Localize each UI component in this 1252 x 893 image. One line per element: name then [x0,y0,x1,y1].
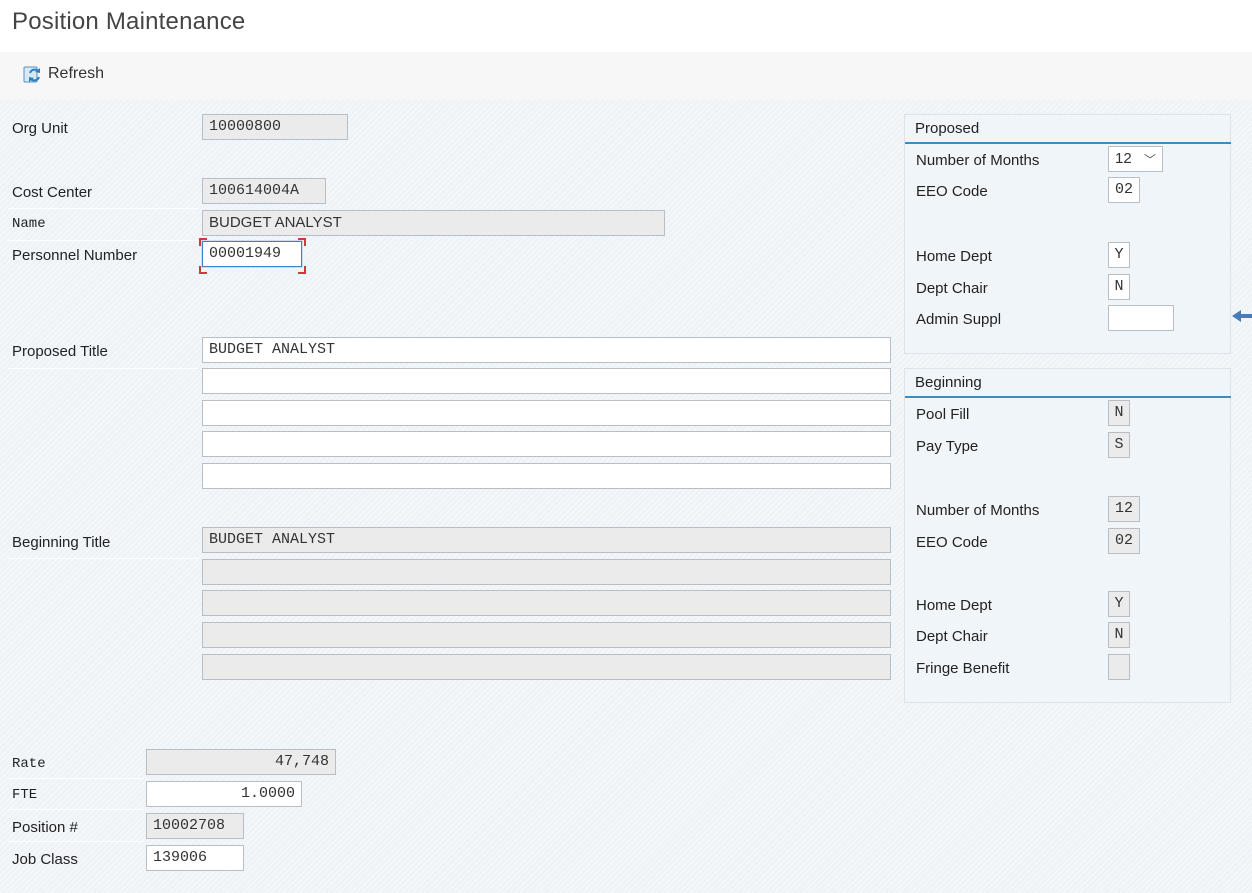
divider [8,208,198,209]
proposed-dept-chair-label: Dept Chair [916,280,988,297]
org-unit-field: 10000800 [202,114,348,140]
beginning-home-dept-field: Y [1108,591,1130,617]
proposed-admin-suppl-input[interactable] [1108,305,1174,331]
org-unit-label: Org Unit [12,120,68,137]
chevron-down-icon: ﹀ [1143,153,1156,167]
refresh-label: Refresh [48,65,105,82]
panel-header-line [905,396,1231,398]
beginning-pay-type-field: S [1108,432,1130,458]
refresh-icon [23,66,40,83]
beginning-fringe-benefit-field [1108,654,1130,680]
focus-marker [199,266,207,274]
panel-header-line [905,142,1231,144]
proposed-panel-header: Proposed [915,120,980,137]
divider [8,809,144,810]
proposed-eeo-label: EEO Code [916,183,988,200]
position-number-label: Position # [12,819,78,836]
beginning-title-line-5 [202,654,891,680]
proposed-title-line-1[interactable]: BUDGET ANALYST [202,337,891,363]
divider [8,841,144,842]
proposed-title-line-4[interactable] [202,431,891,457]
beginning-title-line-1: BUDGET ANALYST [202,527,891,553]
beginning-eeo-field: 02 [1108,528,1140,554]
focus-marker [199,238,207,246]
personnel-number-label: Personnel Number [12,247,138,264]
proposed-title-label: Proposed Title [12,343,108,360]
beginning-months-label: Number of Months [916,502,1040,519]
toolbar: Refresh [0,52,1252,100]
proposed-months-label: Number of Months [916,152,1040,169]
proposed-home-dept-label: Home Dept [916,248,992,265]
cost-center-field: 100614004A [202,178,326,204]
position-number-field: 10002708 [146,813,244,839]
divider [8,240,198,241]
beginning-pay-type-label: Pay Type [916,438,979,455]
rate-field: 47,748 [146,749,336,775]
proposed-months-value: 12 [1115,150,1132,167]
proposed-admin-suppl-label: Admin Suppl [916,311,1002,328]
refresh-button[interactable]: Refresh [22,63,104,85]
proposed-title-line-5[interactable] [202,463,891,489]
divider [8,368,198,369]
job-class-label: Job Class [12,851,78,868]
focus-marker [298,238,306,246]
fte-input[interactable]: 1.0000 [146,781,302,807]
beginning-fringe-benefit-label: Fringe Benefit [916,660,1010,677]
beginning-title-line-3 [202,590,891,616]
beginning-title-line-4 [202,622,891,648]
proposed-home-dept-input[interactable]: Y [1108,242,1130,268]
page-title: Position Maintenance [12,8,246,35]
beginning-pool-fill-field: N [1108,400,1130,426]
beginning-dept-chair-field: N [1108,622,1130,648]
arrow-left-icon [1232,310,1252,322]
beginning-pool-fill-label: Pool Fill [916,406,970,423]
beginning-dept-chair-label: Dept Chair [916,628,988,645]
proposed-dept-chair-input[interactable]: N [1108,274,1130,300]
name-field: BUDGET ANALYST [202,210,665,236]
beginning-title-label: Beginning Title [12,534,111,551]
cost-center-label: Cost Center [12,184,93,201]
beginning-home-dept-label: Home Dept [916,597,992,614]
proposed-title-line-2[interactable] [202,368,891,394]
beginning-panel-header: Beginning [915,374,982,391]
proposed-eeo-input[interactable]: 02 [1108,177,1140,203]
beginning-eeo-label: EEO Code [916,534,988,551]
name-label: Name [12,216,46,232]
divider [8,778,144,779]
divider [8,558,198,559]
proposed-months-select[interactable]: 12 ﹀ [1108,146,1163,172]
rate-label: Rate [12,756,46,772]
job-class-input[interactable]: 139006 [146,845,244,871]
personnel-number-input[interactable]: 00001949 [202,241,302,267]
beginning-months-field: 12 [1108,496,1140,522]
fte-label: FTE [12,787,38,803]
beginning-title-line-2 [202,559,891,585]
focus-marker [298,266,306,274]
proposed-title-line-3[interactable] [202,400,891,426]
